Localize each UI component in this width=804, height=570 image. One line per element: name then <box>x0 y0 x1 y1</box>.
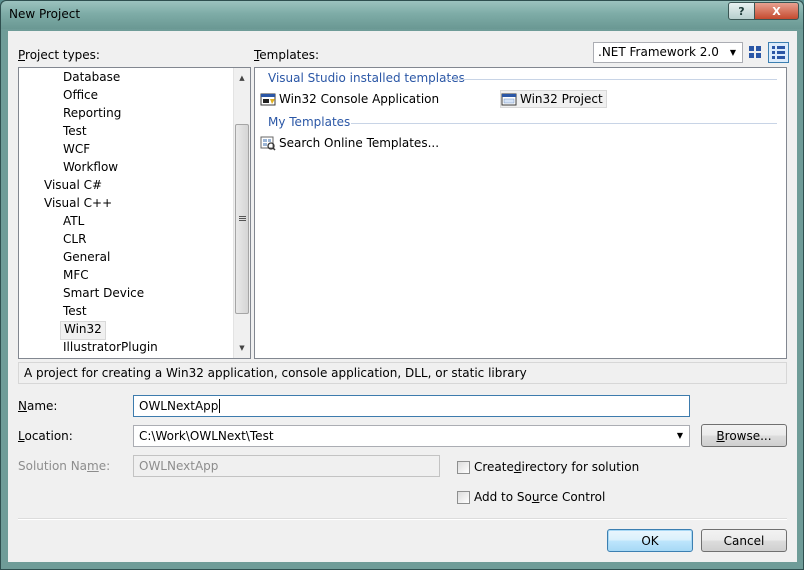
dialog-body: Project types: Database Office Reporting Te… <box>8 31 797 562</box>
project-type-item[interactable]: Office <box>63 87 98 104</box>
project-type-item[interactable]: Test <box>63 123 87 140</box>
installed-templates-header: Visual Studio installed templates <box>268 71 465 85</box>
project-types-tree[interactable]: Database Office Reporting Test WCF Workflow Vi… <box>18 67 251 359</box>
scroll-thumb[interactable] <box>235 124 249 314</box>
project-type-item[interactable]: MFC <box>63 267 89 284</box>
templates-label: Templates: <box>254 48 320 62</box>
checkbox-box[interactable] <box>457 490 470 504</box>
close-button[interactable]: X <box>754 2 799 20</box>
project-type-item[interactable]: Visual C++ <box>44 195 112 212</box>
console-app-icon <box>260 92 276 107</box>
scroll-up-icon[interactable]: ▲ <box>234 70 250 86</box>
framework-value: .NET Framework 2.0 <box>598 45 719 59</box>
template-win32-console[interactable]: Win32 Console Application <box>260 90 439 108</box>
win32-project-icon <box>501 92 517 107</box>
location-label: Location: <box>18 429 73 443</box>
template-label: Win32 Console Application <box>279 92 440 106</box>
solution-name-input: OWLNextApp <box>133 455 440 477</box>
title-bar[interactable]: New Project ? X <box>1 1 803 29</box>
browse-button[interactable]: Browse... <box>701 424 787 447</box>
project-type-item[interactable]: Win32 <box>60 321 106 340</box>
template-win32-project[interactable]: Win32 Project <box>500 90 607 108</box>
template-label: Win32 Project <box>520 92 603 106</box>
my-templates-divider <box>351 123 777 124</box>
my-templates-header: My Templates <box>268 115 351 129</box>
template-description: A project for creating a Win32 applicati… <box>18 362 787 384</box>
location-value: C:\Work\OWLNext\Test <box>139 429 274 443</box>
project-type-item[interactable]: CLR <box>63 231 86 248</box>
template-label: Search Online Templates... <box>279 136 440 150</box>
template-search-online[interactable]: Search Online Templates... <box>260 134 439 152</box>
help-icon: ? <box>738 4 745 18</box>
solution-name-label: Solution Name: <box>18 459 111 473</box>
name-input[interactable]: OWLNextApp <box>133 395 690 417</box>
ok-button[interactable]: OK <box>607 529 693 552</box>
close-icon: X <box>772 4 781 18</box>
project-type-item[interactable]: Workflow <box>63 159 118 176</box>
project-type-item[interactable]: IllustratorPlugin <box>63 339 158 356</box>
source-control-checkbox[interactable]: Add to So u rce Control <box>457 490 605 504</box>
location-combo[interactable]: C:\Work\OWLNext\Test ▼ <box>133 425 690 447</box>
project-type-item[interactable]: Visual C# <box>44 177 102 194</box>
cancel-button[interactable]: Cancel <box>701 529 787 552</box>
project-type-item[interactable]: ATL <box>63 213 84 230</box>
scroll-down-icon[interactable]: ▼ <box>234 340 250 356</box>
project-type-item[interactable]: General <box>63 249 110 266</box>
button-separator <box>18 518 787 520</box>
project-type-item[interactable]: Test <box>63 303 87 320</box>
chevron-down-icon: ▼ <box>729 48 737 57</box>
chevron-down-icon[interactable]: ▼ <box>673 426 687 446</box>
project-type-item[interactable]: Database <box>63 69 120 86</box>
project-types-label: Project types: <box>18 48 100 62</box>
project-type-item[interactable]: Smart Device <box>63 285 144 302</box>
project-types-scrollbar[interactable]: ▲ ▼ <box>233 68 250 358</box>
small-icons-view-button[interactable] <box>768 42 789 63</box>
checkbox-box[interactable] <box>457 460 470 474</box>
small-icons-icon <box>772 46 785 59</box>
window-title: New Project <box>9 7 81 21</box>
templates-list[interactable]: Visual Studio installed templates Win32 … <box>254 67 787 359</box>
installed-templates-divider <box>445 79 777 80</box>
framework-select[interactable]: .NET Framework 2.0 ▼ <box>593 42 743 63</box>
large-icons-view-button[interactable] <box>745 42 766 63</box>
create-directory-checkbox[interactable]: Create d irectory for solution <box>457 460 639 474</box>
search-online-icon <box>260 136 276 151</box>
name-label: Name: <box>18 399 58 413</box>
help-button[interactable]: ? <box>728 2 755 20</box>
large-icons-icon <box>749 46 761 58</box>
project-type-item[interactable]: Reporting <box>63 105 121 122</box>
project-type-item[interactable]: WCF <box>63 141 90 158</box>
new-project-dialog: New Project ? X Project types: Database O… <box>0 0 804 570</box>
